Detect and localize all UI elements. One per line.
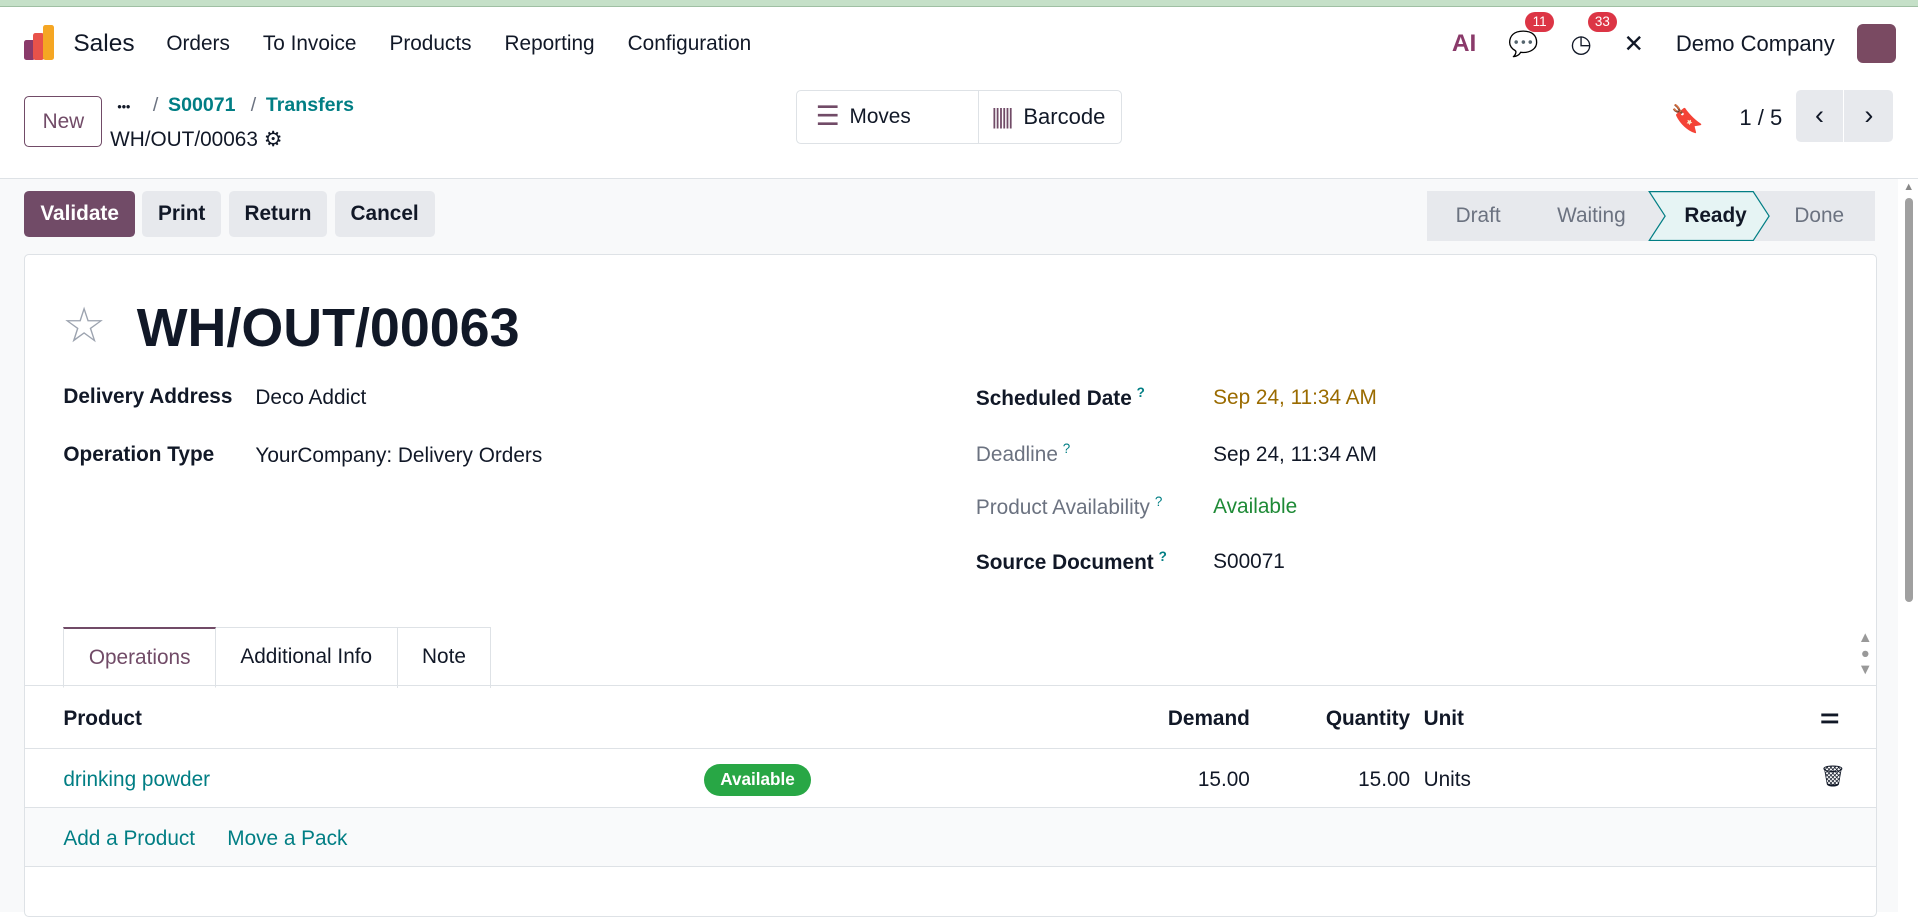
record-name-text: WH/OUT/00063: [110, 127, 258, 151]
moves-button[interactable]: ☰ Moves: [797, 91, 980, 143]
validate-button[interactable]: Validate: [24, 190, 135, 237]
unit-value: Units: [1423, 767, 1471, 791]
deadline-label: Deadline?: [975, 441, 1071, 467]
col-unit[interactable]: Unit: [1424, 707, 1464, 731]
help-icon[interactable]: ?: [1159, 549, 1167, 564]
menu-orders[interactable]: Orders: [166, 32, 230, 56]
bookmark-icon[interactable]: 🔖: [1671, 103, 1705, 135]
deadline-field[interactable]: Sep 24, 11:34 AM: [1213, 443, 1377, 467]
operation-type-field[interactable]: YourCompany: Delivery Orders: [255, 444, 542, 468]
app-name[interactable]: Sales: [73, 30, 134, 58]
table-header: Product Demand Quantity Unit ⚌: [25, 686, 1877, 750]
tab-additional-info[interactable]: Additional Info: [215, 627, 398, 689]
menu-configuration[interactable]: Configuration: [628, 32, 752, 56]
col-product[interactable]: Product: [63, 707, 142, 731]
scheduled-date-field[interactable]: Sep 24, 11:34 AM: [1213, 386, 1377, 410]
company-switcher[interactable]: Demo Company: [1676, 31, 1835, 57]
control-panel: New ••• / S00071 /Transfers WH/OUT/00063 …: [0, 81, 1918, 180]
help-icon[interactable]: ?: [1063, 441, 1070, 456]
scheduled-date-label: Scheduled Date?: [975, 385, 1145, 410]
pager-previous-button[interactable]: ‹: [1795, 90, 1845, 142]
status-waiting[interactable]: Waiting: [1557, 204, 1626, 228]
status-bar: Draft Waiting Ready Done: [1427, 190, 1876, 241]
record-name: WH/OUT/00063 ⚙: [110, 127, 282, 152]
return-button[interactable]: Return: [228, 190, 328, 237]
activities-badge: 33: [1587, 11, 1618, 32]
user-avatar[interactable]: [1856, 24, 1896, 64]
tab-operations[interactable]: Operations: [63, 627, 216, 689]
breadcrumb-more[interactable]: •••: [117, 100, 130, 114]
barcode-button[interactable]: |||||| Barcode: [979, 91, 1121, 142]
scrollbar[interactable]: ▲: [1902, 181, 1914, 903]
status-draft[interactable]: Draft: [1456, 204, 1501, 228]
delivery-address-field[interactable]: Deco Addict: [255, 386, 366, 410]
trash-icon[interactable]: 🗑: [1820, 765, 1846, 789]
action-buttons: Validate Print Return Cancel: [24, 190, 435, 237]
operation-type-label: Operation Type: [63, 442, 215, 466]
browser-top-strip: [0, 0, 1918, 8]
source-document-field[interactable]: S00071: [1213, 550, 1285, 574]
col-demand[interactable]: Demand: [1168, 707, 1250, 731]
form-sheet: ☆ WH/OUT/00063 Delivery Address Deco Add…: [24, 254, 1878, 917]
product-availability-value: Available: [1213, 495, 1298, 519]
pager-next-button[interactable]: ›: [1844, 90, 1894, 142]
demand-value: 15.00: [1197, 767, 1250, 791]
scrollbar-thumb[interactable]: [1904, 198, 1914, 602]
ai-icon[interactable]: AI: [1452, 30, 1476, 58]
pager-buttons: ‹ ›: [1795, 90, 1894, 142]
cancel-button[interactable]: Cancel: [334, 190, 435, 237]
table-footer: Add a Product Move a Pack: [25, 808, 1877, 867]
messages-badge: 11: [1525, 11, 1554, 32]
menu-products[interactable]: Products: [389, 32, 471, 56]
barcode-icon: ||||||: [991, 103, 1014, 129]
source-document-label: Source Document?: [975, 548, 1167, 574]
menu-to-invoice[interactable]: To Invoice: [263, 32, 357, 56]
col-quantity[interactable]: Quantity: [1326, 707, 1410, 731]
top-navbar: Sales Orders To Invoice Products Reporti…: [0, 7, 1918, 80]
quantity-value[interactable]: 15.00: [1358, 768, 1410, 792]
messages-icon[interactable]: 💬 11: [1508, 11, 1554, 59]
print-button[interactable]: Print: [142, 190, 222, 237]
smart-buttons: ☰ Moves |||||| Barcode: [796, 90, 1123, 144]
tab-note[interactable]: Note: [397, 627, 492, 689]
gear-icon[interactable]: ⚙: [264, 128, 283, 151]
activities-clock-icon[interactable]: ◷ 33: [1570, 11, 1618, 59]
menu-reporting[interactable]: Reporting: [505, 32, 595, 56]
help-icon[interactable]: ?: [1155, 494, 1162, 509]
notebook-tabs: Operations Additional Info Note: [63, 627, 492, 689]
tools-icon[interactable]: ✕: [1624, 29, 1645, 59]
status-ready[interactable]: Ready: [1684, 204, 1746, 228]
product-name[interactable]: drinking powder: [63, 768, 210, 792]
breadcrumb: ••• / S00071 /Transfers: [117, 93, 355, 116]
move-pack-link[interactable]: Move a Pack: [227, 827, 347, 851]
record-title: WH/OUT/00063: [136, 298, 520, 358]
product-availability-label: Product Availability?: [975, 493, 1163, 519]
new-button[interactable]: New: [24, 96, 103, 148]
help-icon[interactable]: ?: [1137, 385, 1145, 400]
favorite-star-icon[interactable]: ☆: [62, 297, 106, 354]
sales-app-logo-icon[interactable]: [22, 25, 59, 62]
list-icon: ☰: [815, 101, 840, 132]
chatter-toggle-icon[interactable]: ▲ ● ▼: [1858, 630, 1873, 679]
optional-columns-icon[interactable]: ⚌: [1820, 703, 1840, 729]
availability-badge: Available: [704, 764, 811, 797]
status-done[interactable]: Done: [1794, 204, 1844, 228]
delivery-address-label: Delivery Address: [63, 385, 233, 409]
pager-value[interactable]: 1 / 5: [1739, 105, 1782, 131]
breadcrumb-s00071[interactable]: S00071: [168, 94, 235, 116]
breadcrumb-transfers[interactable]: Transfers: [266, 94, 354, 116]
table-row[interactable]: drinking powder Available 15.00 15.00 Un…: [25, 750, 1877, 809]
add-product-link[interactable]: Add a Product: [63, 827, 195, 851]
